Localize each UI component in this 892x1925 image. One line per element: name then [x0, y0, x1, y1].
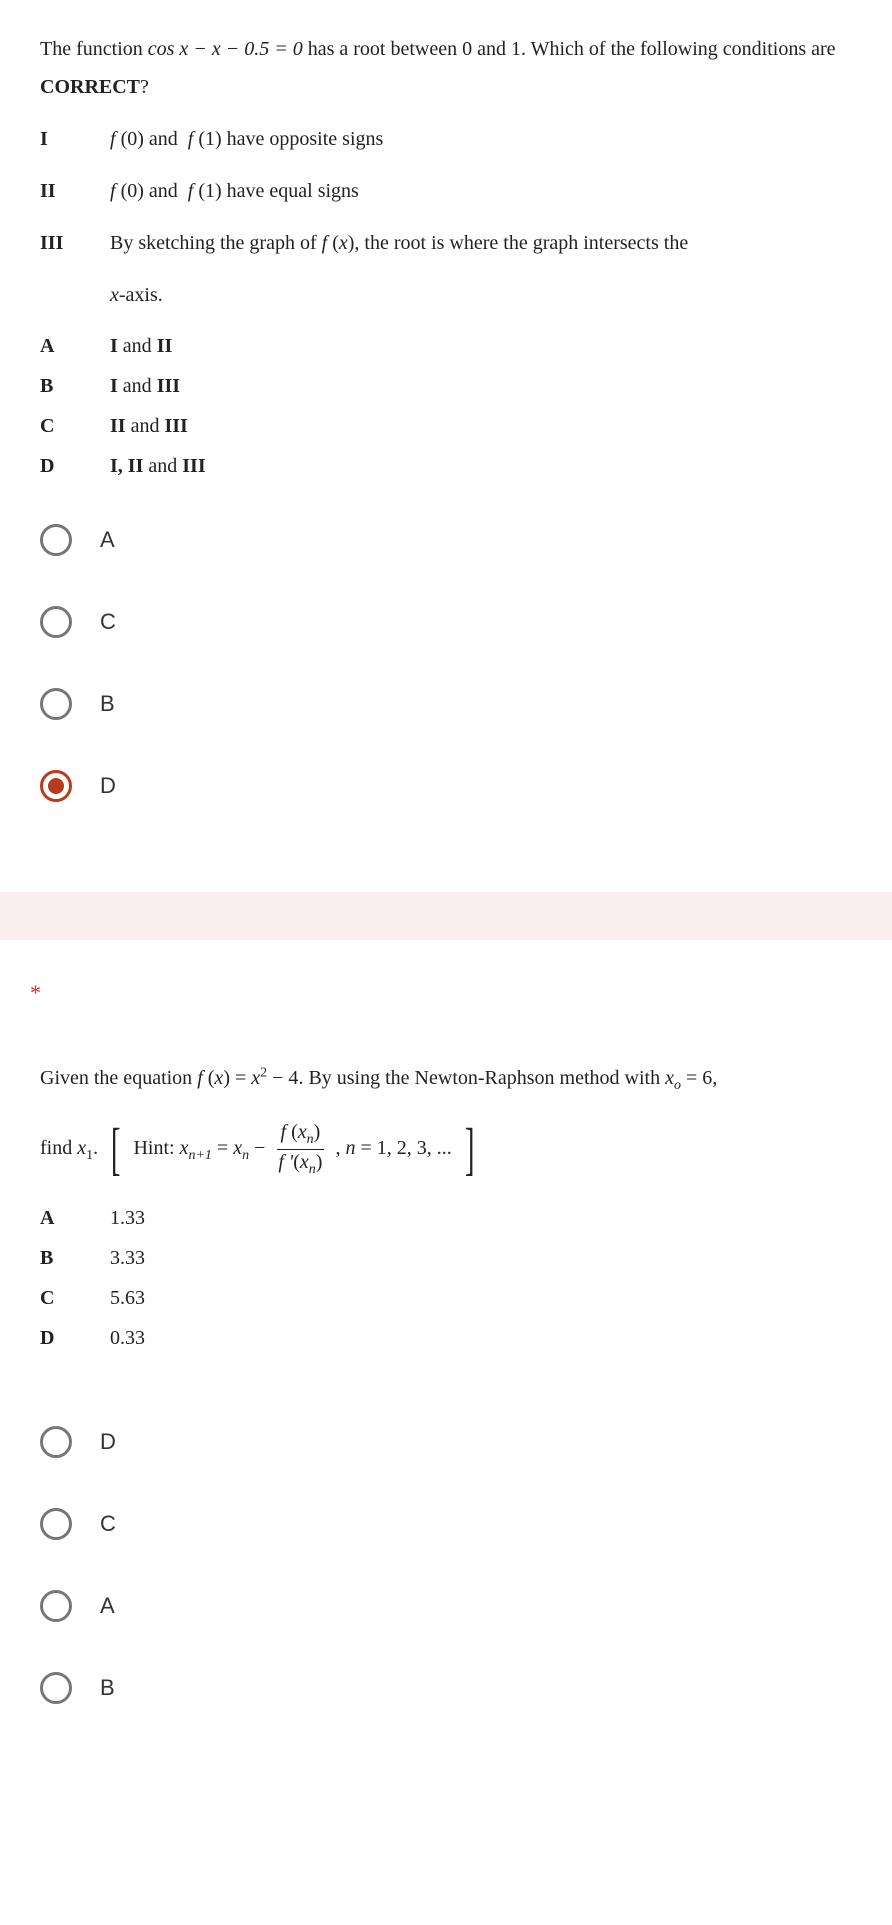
radio-icon: [40, 524, 72, 556]
hint-content: Hint: xn+1 = xn − f (xn) f '(xn) , n = 1…: [133, 1120, 451, 1179]
question-2: Given the equation f (x) = x2 − 4. By us…: [0, 1006, 892, 1794]
q1-correct-word: CORRECT: [40, 76, 140, 98]
opt-c-text: II and III: [110, 408, 852, 444]
q2-radio-b[interactable]: B: [40, 1672, 852, 1704]
q1-radio-d[interactable]: D: [40, 770, 852, 802]
q1-radio-d-label: D: [100, 773, 116, 799]
opt-d-label: D: [40, 448, 110, 484]
radio-icon: [40, 1426, 72, 1458]
cond-label-3b: [40, 276, 110, 314]
opt-a-text: I and II: [110, 328, 852, 364]
condition-1: I f (0) and f (1) have opposite signs: [40, 120, 852, 158]
opt-a-label: A: [40, 328, 110, 364]
q1-qmark: ?: [140, 76, 149, 98]
radio-icon: [40, 1672, 72, 1704]
opt-b-label: B: [40, 368, 110, 404]
cond-text-3: By sketching the graph of f (x), the roo…: [110, 224, 852, 262]
q2-opt-a: A 1.33: [40, 1200, 852, 1236]
cond-text-2: f (0) and f (1) have equal signs: [110, 172, 852, 210]
condition-3: III By sketching the graph of f (x), the…: [40, 224, 852, 262]
cond-text-1: f (0) and f (1) have opposite signs: [110, 120, 852, 158]
q1-radio-c[interactable]: C: [40, 606, 852, 638]
opt-c: C II and III: [40, 408, 852, 444]
opt-b-text: I and III: [110, 368, 852, 404]
question-1: The function cos x − x − 0.5 = 0 has a r…: [0, 0, 892, 892]
q1-radio-b-label: B: [100, 691, 115, 717]
radio-icon-selected: [40, 770, 72, 802]
q2-radio-c[interactable]: C: [40, 1508, 852, 1540]
q2-opt-b: B 3.33: [40, 1240, 852, 1276]
opt-d-text: I, II and III: [110, 448, 852, 484]
q1-intro-1: The function: [40, 38, 148, 60]
radio-icon: [40, 688, 72, 720]
q2-opt-a-label: A: [40, 1200, 110, 1236]
radio-icon: [40, 1508, 72, 1540]
cond-label-2: II: [40, 172, 110, 210]
q2-radio-d-label: D: [100, 1429, 116, 1455]
radio-icon: [40, 606, 72, 638]
q2-hint: find x1. [ Hint: xn+1 = xn − f (xn) f '(…: [40, 1120, 852, 1179]
q2-opt-a-text: 1.33: [110, 1200, 852, 1236]
required-indicator: *: [0, 940, 892, 1006]
hint-label: Hint:: [133, 1137, 179, 1159]
q2-intro-b: . By using the Newton-Raphson method wit…: [298, 1067, 665, 1089]
q1-radio-a-label: A: [100, 527, 115, 553]
section-divider: [0, 892, 892, 940]
frac-den: f '(xn): [274, 1150, 326, 1179]
condition-2: II f (0) and f (1) have equal signs: [40, 172, 852, 210]
q2-opt-b-text: 3.33: [110, 1240, 852, 1276]
q1-radio-a[interactable]: A: [40, 524, 852, 556]
q2-opt-c: C 5.63: [40, 1280, 852, 1316]
q1-radio-c-label: C: [100, 609, 116, 635]
q2-intro-a: Given the equation: [40, 1067, 197, 1089]
q2-opt-d-text: 0.33: [110, 1320, 852, 1356]
q2-opt-b-label: B: [40, 1240, 110, 1276]
q2-opt-c-label: C: [40, 1280, 110, 1316]
fraction: f (xn) f '(xn): [274, 1120, 326, 1179]
c3c: , the root is where the graph intersects…: [354, 232, 688, 254]
cond-label-3: III: [40, 224, 110, 262]
c3a: By sketching the graph of: [110, 232, 322, 254]
q2-radio-d[interactable]: D: [40, 1426, 852, 1458]
radio-dot-icon: [48, 778, 64, 794]
q2-opt-d: D 0.33: [40, 1320, 852, 1356]
opt-d: D I, II and III: [40, 448, 852, 484]
radio-icon: [40, 1590, 72, 1622]
q1-radio-group: A C B D: [40, 524, 852, 802]
q2-opt-c-text: 5.63: [110, 1280, 852, 1316]
frac-num: f (xn): [277, 1120, 325, 1150]
opt-a: A I and II: [40, 328, 852, 364]
q1-equation: cos x − x − 0.5 = 0: [148, 38, 303, 60]
q1-radio-b[interactable]: B: [40, 688, 852, 720]
q1-answer-options: A I and II B I and III C II and III D I,…: [40, 328, 852, 484]
q2-radio-c-label: C: [100, 1511, 116, 1537]
cond-label-1: I: [40, 120, 110, 158]
q2-find: find x1.: [40, 1126, 98, 1172]
q2-radio-a-label: A: [100, 1593, 115, 1619]
opt-c-label: C: [40, 408, 110, 444]
condition-3b: x-axis.: [40, 276, 852, 314]
q1-intro-2: has a root between 0 and 1. Which of the…: [308, 38, 836, 60]
q2-radio-group: D C A B: [40, 1426, 852, 1704]
q1-stem: The function cos x − x − 0.5 = 0 has a r…: [40, 30, 852, 106]
q2-stem: Given the equation f (x) = x2 − 4. By us…: [40, 1056, 852, 1102]
opt-b: B I and III: [40, 368, 852, 404]
q2-answer-options: A 1.33 B 3.33 C 5.63 D 0.33: [40, 1200, 852, 1356]
q2-radio-b-label: B: [100, 1675, 115, 1701]
q2-radio-a[interactable]: A: [40, 1590, 852, 1622]
bracket-right-icon: ]: [465, 1132, 475, 1167]
bracket-left-icon: [: [111, 1132, 121, 1167]
find-word: find: [40, 1137, 77, 1159]
q2-opt-d-label: D: [40, 1320, 110, 1356]
cond-text-3b: x-axis.: [110, 276, 852, 314]
